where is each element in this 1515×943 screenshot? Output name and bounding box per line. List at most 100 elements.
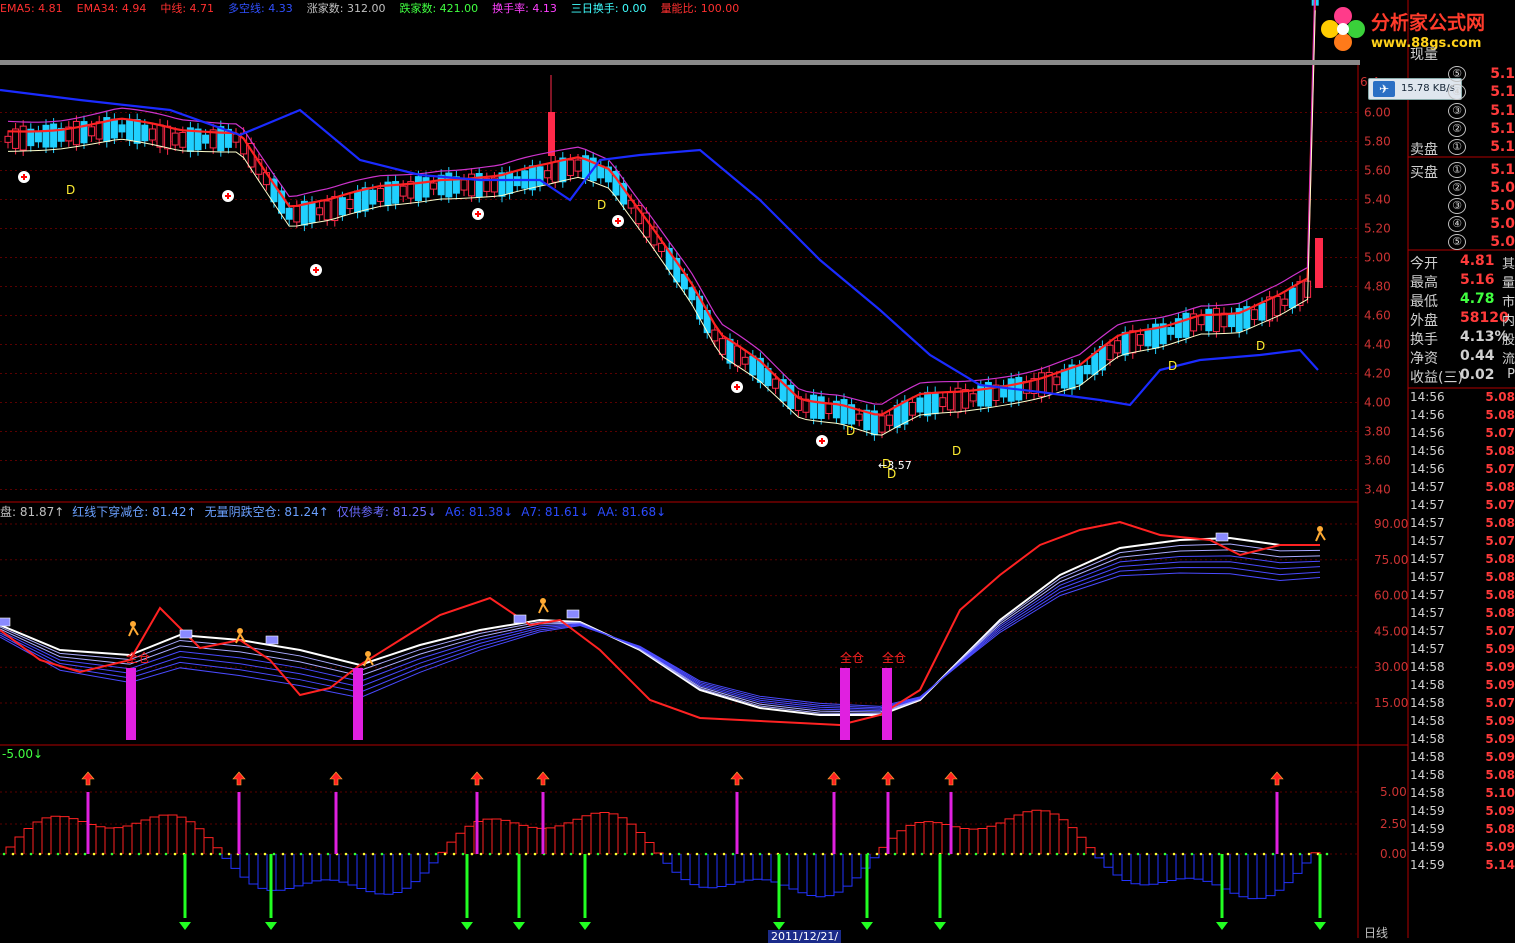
- price-axis-tick: 5.60: [1364, 164, 1391, 178]
- up-arrow-icon: [329, 771, 343, 786]
- macd-bar: [995, 822, 1006, 854]
- candle-body: [156, 124, 164, 148]
- zero-dot: [1235, 852, 1239, 856]
- runner-icon: [235, 633, 246, 644]
- macd-bar: [545, 827, 556, 854]
- position-bar: [353, 668, 363, 740]
- zero-dot: [524, 852, 528, 856]
- zero-dot: [1082, 852, 1086, 856]
- zero-dot: [362, 852, 366, 856]
- up-arrow-icon: [536, 771, 550, 786]
- macd-bar: [464, 825, 475, 854]
- zero-dot: [11, 852, 15, 856]
- candle-body: [1228, 312, 1236, 328]
- price-axis-tick: 5.40: [1364, 193, 1391, 207]
- macd-bar: [896, 830, 907, 854]
- macd-bar: [32, 821, 43, 854]
- zero-dot: [1100, 852, 1104, 856]
- bid-level-row: ⑤ 5.0: [1408, 234, 1515, 252]
- macd-axis-tick: 0.00: [1380, 847, 1407, 861]
- macd-bar: [716, 854, 727, 888]
- zero-dot: [587, 852, 591, 856]
- candle-body: [376, 187, 384, 202]
- tick-price: 5.07: [1485, 534, 1515, 548]
- position-bar: [840, 668, 850, 740]
- macd-bar: [1157, 854, 1168, 883]
- macd-bar: [1112, 854, 1123, 876]
- candle-body: [931, 392, 939, 415]
- zero-dot: [83, 852, 87, 856]
- macd-bar: [689, 854, 700, 886]
- tick-price: 5.07: [1485, 426, 1515, 440]
- tick-price: 5.08: [1485, 606, 1515, 620]
- tick-time: 14:58: [1410, 714, 1445, 728]
- down-arrow-icon: [934, 922, 946, 930]
- period-label[interactable]: 日线: [1364, 924, 1388, 941]
- candle-body: [399, 185, 407, 197]
- tick-time: 14:59: [1410, 822, 1445, 836]
- candle-body: [217, 126, 225, 152]
- candle-body: [939, 397, 947, 408]
- zero-dot: [371, 852, 375, 856]
- tick-time: 14:57: [1410, 624, 1445, 638]
- tick-time: 14:58: [1410, 660, 1445, 674]
- candle-body: [1076, 365, 1084, 385]
- candle-body: [4, 135, 12, 143]
- candle-body: [118, 124, 126, 133]
- bird-icon: ✈: [1373, 81, 1395, 97]
- macd-bar: [428, 854, 439, 864]
- candle-body: [901, 400, 909, 425]
- gem-marker-icon: [1215, 532, 1229, 542]
- quote-header-row: 现量: [1408, 44, 1515, 63]
- zero-dot: [407, 852, 411, 856]
- tick-price: 5.09: [1485, 750, 1515, 764]
- runner-icon: [538, 603, 549, 614]
- stat-label: 收益(三): [1410, 370, 1463, 386]
- macd-bar: [302, 854, 313, 884]
- candle-body: [460, 179, 468, 191]
- macd-bar: [590, 812, 601, 854]
- level-badge: ①: [1448, 139, 1466, 155]
- legend-item: AA: 81.68↓: [597, 505, 667, 519]
- bid-level-row: ② 5.0: [1408, 180, 1515, 198]
- candle-body: [308, 201, 316, 223]
- stat-value: 4.78: [1460, 291, 1495, 307]
- chart-canvas[interactable]: 6.00 5.80 5.60 5.40 5.20 5.00 4.80 4.60 4.40 4.20…: [0, 0, 1515, 938]
- zero-dot: [614, 852, 618, 856]
- candle-body: [19, 125, 27, 151]
- zero-dot: [452, 852, 456, 856]
- macd-bar: [1031, 809, 1042, 854]
- zero-dot: [353, 852, 357, 856]
- up-arrow-icon: [232, 771, 246, 786]
- candle-body: [430, 182, 438, 190]
- zero-dot: [1163, 852, 1167, 856]
- zero-dot: [344, 852, 348, 856]
- zero-dot: [983, 852, 987, 856]
- zero-dot: [857, 852, 861, 856]
- tick-price: 5.08: [1485, 570, 1515, 584]
- candle-body: [34, 131, 42, 143]
- zero-dot: [596, 852, 600, 856]
- candle-body: [133, 119, 141, 144]
- up-arrow-icon: [944, 771, 958, 786]
- candle-body: [171, 132, 179, 146]
- macd-bar: [374, 854, 385, 895]
- zero-dot: [1064, 852, 1068, 856]
- zero-dot: [461, 852, 465, 856]
- tick-price: 5.08: [1485, 552, 1515, 566]
- candle-body: [734, 345, 742, 367]
- flower-logo-icon: [1321, 7, 1365, 51]
- zero-dot: [569, 852, 573, 856]
- d-signal-mark: D: [952, 444, 961, 458]
- macd-bar: [59, 816, 70, 854]
- candle-body: [354, 190, 362, 213]
- buy-label: 买盘: [1410, 165, 1438, 181]
- legend-item: 仅供参考: 81.25↓: [336, 505, 438, 519]
- tick-time: 14:56: [1410, 390, 1445, 404]
- macd-bar: [1130, 854, 1141, 885]
- zero-dot: [794, 852, 798, 856]
- zero-dot: [659, 852, 663, 856]
- macd-bar: [284, 854, 295, 889]
- d-signal-mark: D: [1168, 359, 1177, 373]
- macd-bar: [1301, 854, 1312, 864]
